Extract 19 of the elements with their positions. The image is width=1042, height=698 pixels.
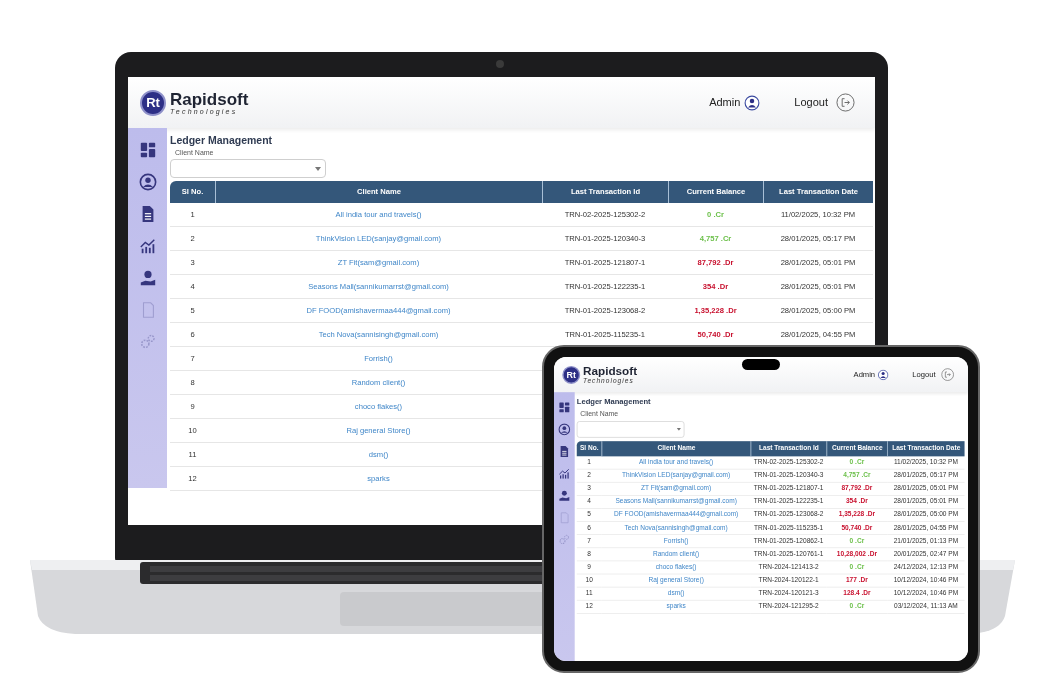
logo-icon: Rt — [562, 365, 581, 384]
user-icon[interactable] — [138, 173, 157, 191]
caret-icon — [315, 166, 321, 171]
camera-icon — [496, 60, 504, 68]
logout-icon[interactable] — [836, 93, 855, 112]
brand-name: Rapidsoft — [170, 90, 249, 108]
dashboard-icon[interactable] — [558, 401, 571, 414]
page-title: Ledger Management — [170, 133, 274, 148]
caret-icon — [676, 427, 681, 431]
user-icon[interactable] — [877, 369, 889, 381]
logo-icon: Rt — [140, 89, 166, 116]
dashboard-icon[interactable] — [138, 141, 157, 159]
camera-notch — [742, 359, 780, 370]
user-icon[interactable] — [744, 94, 761, 111]
brand-name: Rapidsoft — [583, 365, 638, 378]
logout-link[interactable]: Logout — [794, 94, 828, 111]
admin-label[interactable]: Admin — [709, 94, 741, 111]
chart-icon[interactable] — [138, 237, 157, 255]
document-icon[interactable] — [558, 445, 571, 458]
